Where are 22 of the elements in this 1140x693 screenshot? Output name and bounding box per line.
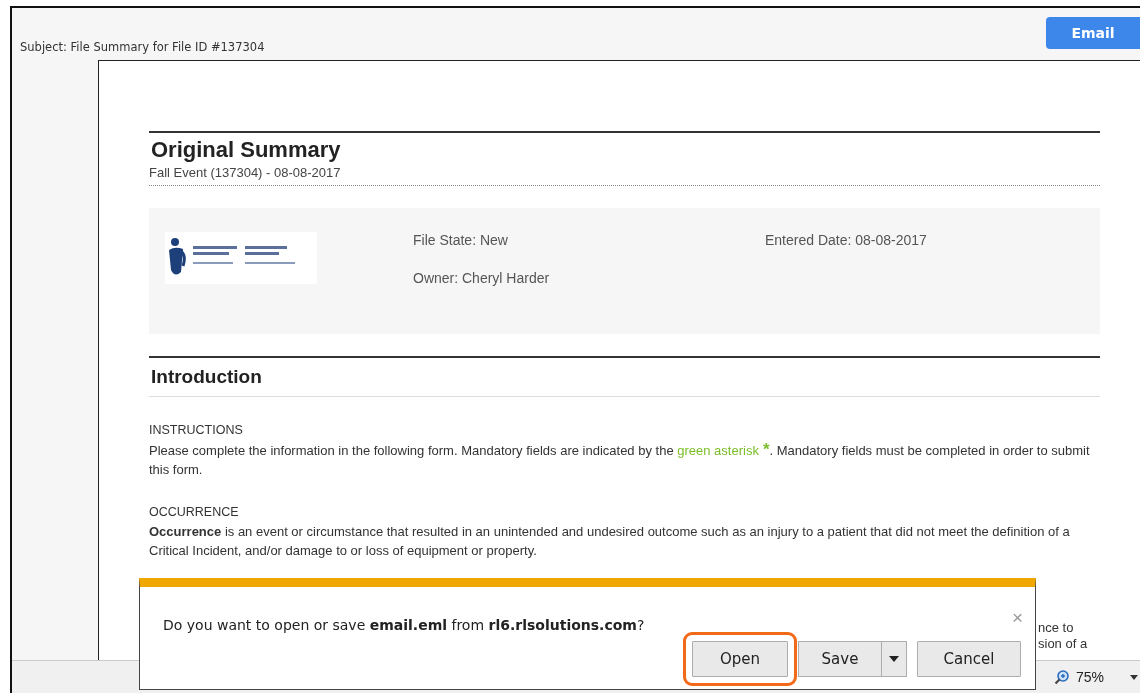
section-title: Introduction (149, 358, 1100, 397)
caret-icon (889, 656, 899, 662)
zoom-level[interactable]: 75% (1075, 669, 1104, 685)
caret-icon[interactable] (1130, 674, 1138, 680)
paragraph: Please complete the information in the following form. Mandatory fields are indicated by the green asterisk *. Mandatory fields must be completed in order to submit this form. (149, 440, 1091, 479)
zoom-icon[interactable] (1053, 669, 1070, 685)
entered-date: Entered Date: 08-08-2017 (765, 232, 928, 248)
paragraph-fragment: nce to (1038, 620, 1075, 636)
subsection-heading: OCCURRENCE (149, 505, 240, 519)
owner: Owner: Cheryl Harder (413, 270, 551, 286)
paragraph-fragment: sion of a (1038, 636, 1088, 652)
file-state: File State: New (413, 232, 509, 248)
dialog-button[interactable]: Open (692, 641, 788, 677)
dialog-button[interactable]: Save (799, 642, 882, 676)
section-title: Original Summary (151, 137, 342, 163)
email-subject: Subject: File Summary for File ID #137304 (20, 40, 265, 54)
email-button[interactable]: Email (1046, 17, 1140, 49)
paragraph: Occurrence is an event or circumstance that resulted in an unintended and undesired outcome such as an injury to a patient that did not meet the definition of a Critical Incident, and/or damage to or loss of equipment or property. (149, 523, 1071, 560)
subsection-heading: INSTRUCTIONS (149, 423, 244, 437)
event-subtitle: Fall Event (137304) - 08-08-2017 (149, 163, 1100, 186)
download-message: Do you want to open or save email.eml from rl6.rlsolutions.com? (163, 617, 645, 633)
dialog-button[interactable]: Cancel (917, 641, 1021, 677)
